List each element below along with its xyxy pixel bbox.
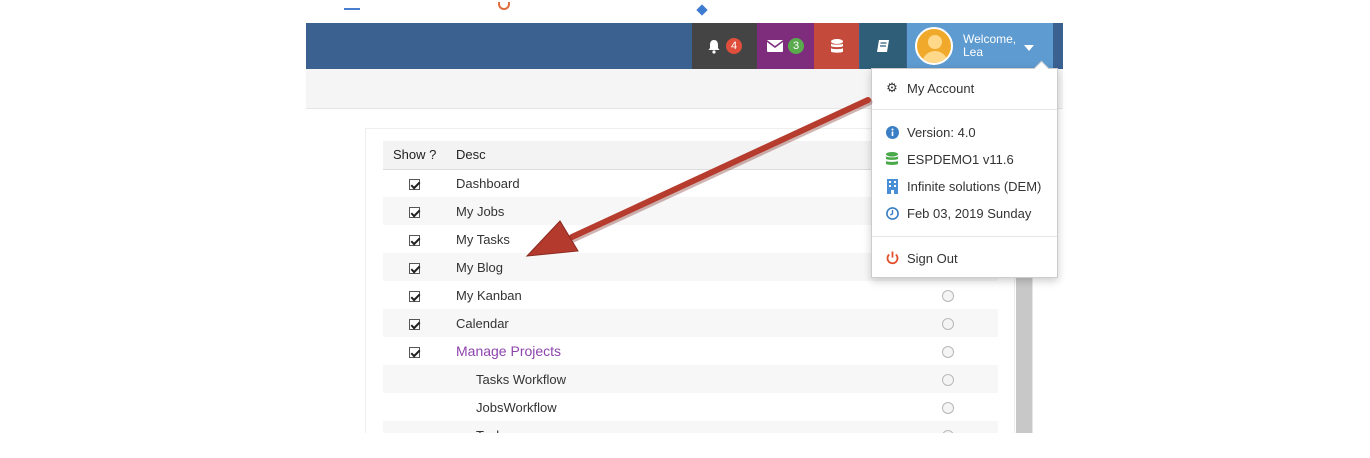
user-dropdown-menu: ⚙ My Account Version: 4.0 ESPDEMO1 v11.6…	[871, 68, 1058, 278]
divider	[872, 109, 1057, 110]
show-checkbox[interactable]	[409, 234, 420, 246]
my-account-label: My Account	[907, 80, 975, 96]
default-radio[interactable]	[942, 318, 954, 331]
company-label: Infinite solutions (DEM)	[907, 178, 1042, 194]
table-row: Calendar	[383, 309, 998, 337]
messages-button[interactable]: 3	[757, 23, 814, 69]
version-item: Version: 4.0	[872, 119, 1057, 145]
table-row: Tasks Workflow	[383, 365, 998, 393]
table-row: Manage Projects	[383, 337, 998, 365]
default-radio[interactable]	[942, 402, 954, 415]
row-label: My Jobs	[446, 197, 803, 225]
database-button[interactable]	[814, 23, 859, 69]
show-checkbox[interactable]	[409, 290, 420, 302]
show-checkbox[interactable]	[409, 262, 420, 274]
scrollbar-track	[1032, 260, 1033, 435]
info-icon	[885, 125, 899, 139]
show-checkbox[interactable]	[409, 178, 420, 190]
database-label: ESPDEMO1 v11.6	[907, 151, 1014, 167]
database-icon	[830, 38, 843, 53]
caret-down-icon	[1024, 45, 1035, 51]
date-label: Feb 03, 2019 Sunday	[907, 205, 1032, 221]
row-label: My Kanban	[456, 287, 522, 303]
row-label: My Blog	[446, 253, 803, 281]
user-menu-button[interactable]: Welcome, Lea	[907, 23, 1053, 69]
user-welcome: Welcome, Lea	[963, 33, 1016, 59]
default-radio[interactable]	[942, 290, 954, 303]
table-row: JobsWorkflow	[383, 393, 998, 421]
manage-projects-link[interactable]: Manage Projects	[446, 337, 802, 365]
scrollbar-thumb[interactable]	[1016, 260, 1032, 435]
default-radio[interactable]	[942, 346, 954, 359]
bottom-crop	[0, 433, 1370, 458]
bell-icon	[708, 39, 720, 54]
notifications-badge: 4	[726, 38, 742, 54]
row-label: My Tasks	[456, 231, 510, 247]
top-cropped-strip	[306, 0, 1066, 22]
row-label: Tasks Workflow	[446, 365, 803, 393]
cropped-icon	[498, 2, 510, 10]
power-icon	[885, 251, 899, 265]
column-header-show: Show ?	[383, 141, 446, 170]
row-label: Dashboard	[456, 175, 520, 191]
gear-icon: ⚙	[886, 80, 898, 95]
building-icon	[885, 178, 899, 194]
table-row: My Kanban	[383, 281, 998, 309]
sign-out-label: Sign Out	[907, 250, 958, 266]
clock-icon	[885, 206, 899, 220]
cropped-mark	[344, 8, 360, 10]
show-checkbox[interactable]	[409, 206, 420, 218]
database-item: ESPDEMO1 v11.6	[872, 146, 1057, 172]
row-label: JobsWorkflow	[476, 399, 557, 415]
notifications-button[interactable]: 4	[692, 23, 757, 69]
company-item: Infinite solutions (DEM)	[872, 173, 1057, 199]
divider	[872, 236, 1057, 237]
database-icon	[885, 152, 899, 166]
version-label: Version: 4.0	[907, 124, 976, 140]
date-item: Feb 03, 2019 Sunday	[872, 200, 1057, 226]
top-navbar: 4 3 Welcome, Lea	[306, 23, 1063, 69]
cropped-icon	[696, 4, 708, 16]
default-radio[interactable]	[942, 374, 954, 387]
user-name: Lea	[963, 45, 984, 59]
column-header-desc: Desc	[446, 141, 803, 170]
envelope-icon	[767, 40, 783, 52]
messages-badge: 3	[788, 38, 804, 54]
my-account-item[interactable]: ⚙ My Account	[872, 75, 1057, 101]
sign-out-item[interactable]: Sign Out	[872, 245, 1057, 271]
book-button[interactable]	[860, 23, 906, 69]
book-icon	[877, 40, 889, 52]
row-label: Calendar	[446, 309, 803, 337]
show-checkbox[interactable]	[409, 318, 420, 330]
show-checkbox[interactable]	[409, 346, 420, 358]
avatar	[915, 27, 953, 65]
